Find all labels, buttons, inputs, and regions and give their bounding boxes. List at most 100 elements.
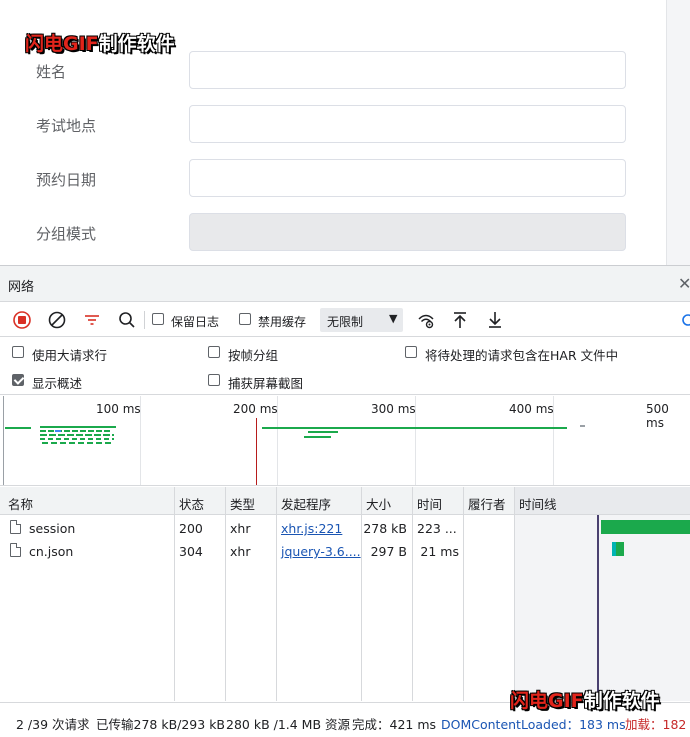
network-overview-timeline[interactable]: 100 ms 200 ms 300 ms 400 ms 500 ms [0,396,690,486]
cell-size: 278 kB [363,521,407,536]
show-overview-label: 显示概述 [32,376,83,391]
overview-request-bar [308,431,338,433]
cell-initiator-link[interactable]: jquery-3.6.... [281,544,361,559]
overview-request-bar [40,438,114,440]
waterfall-marker-line [597,515,599,701]
overview-load-marker [256,418,257,485]
exam-location-input[interactable] [189,105,626,143]
overview-request-bar [40,426,116,428]
column-header-status[interactable]: 状态 [179,494,204,513]
column-header-fulfilled-by[interactable]: 履行者 [468,494,506,513]
cell-time: 223 ... [417,521,457,536]
group-by-frame-checkbox[interactable] [208,346,220,358]
watermark-part1: 闪电GIF [510,690,584,712]
group-by-frame-label: 按帧分组 [228,348,279,363]
capture-screenshots-checkbox[interactable] [208,374,220,386]
cell-status: 200 [179,521,203,536]
watermark-part2: 制作软件 [583,690,660,712]
record-stop-icon[interactable] [12,310,32,330]
overview-tick-label: 200 ms [233,402,278,416]
status-dom-content-loaded: DOMContentLoaded：183 ms [441,717,626,732]
cell-status: 304 [179,544,203,559]
clear-icon[interactable] [47,310,67,330]
big-request-rows-checkbox[interactable] [12,346,24,358]
overview-request-bar [40,430,112,432]
big-request-rows-label: 使用大请求行 [32,348,108,363]
status-finish: 完成：421 ms [352,717,437,732]
filter-icon[interactable] [82,310,102,330]
file-icon [10,543,21,557]
group-mode-input [189,213,626,251]
upload-icon[interactable] [450,310,470,330]
panel-title: 网络 [8,280,35,295]
status-requests: 2 /39 次请求 [16,717,90,732]
download-icon[interactable] [485,310,505,330]
appointment-date-input[interactable] [189,159,626,197]
cell-type: xhr [230,521,251,536]
status-load: 加载：182 [625,717,687,732]
disable-cache-label: 禁用缓存 [258,315,307,329]
overview-request-bar [580,425,585,427]
throttling-select[interactable]: 无限制 ▼ [320,308,403,332]
network-conditions-icon[interactable] [416,310,436,330]
form-row-location: 考试地点 [0,105,660,145]
form-label-group: 分组模式 [36,225,97,243]
network-toolbar: 保留日志 禁用缓存 无限制 ▼ [0,303,690,337]
status-transferred: 已传输278 kB/293 kB [96,717,226,732]
form-label-name: 姓名 [36,63,67,81]
overview-request-bar [42,442,114,444]
column-header-name[interactable]: 名称 [8,494,33,513]
chevron-down-icon: ▼ [389,312,398,325]
network-options: 使用大请求行 按帧分组 将待处理的请求包含在HAR 文件中 显示概述 捕获屏幕截… [0,338,690,395]
request-table: 名称 状态 类型 发起程序 大小 时间 履行者 时间线 session 200 … [0,487,690,701]
waterfall-bar-cn-json-waiting [612,542,616,556]
status-resources: 280 kB /1.4 MB 资源 [226,717,351,732]
cell-name: session [29,521,76,536]
overview-request-bar [55,430,61,432]
overview-request-bar [5,427,31,429]
overview-request-bar [40,434,114,436]
table-row[interactable]: session 200 xhr xhr.js:221 278 kB 223 ..… [0,517,515,539]
disable-cache-checkbox[interactable] [239,313,251,325]
capture-screenshots-label: 捕获屏幕截图 [228,376,304,391]
devtools-titlebar: 网络 ✕ [0,266,690,302]
cell-type: xhr [230,544,251,559]
page-form-area: 闪电GIF制作软件 姓名 考试地点 预约日期 分组模式 [0,0,690,265]
preserve-log-label: 保留日志 [171,315,220,329]
column-header-size[interactable]: 大小 [366,494,391,513]
settings-gear-icon[interactable] [678,310,690,330]
cell-name: cn.json [29,544,74,559]
column-header-type[interactable]: 类型 [230,494,255,513]
waterfall-bar-session [601,520,690,534]
column-header-waterfall[interactable]: 时间线 [519,494,557,513]
overview-request-bar [304,436,331,438]
devtools-network-panel: 网络 ✕ 保留日志 禁用缓存 无限制 ▼ 使用大请求行 按帧分组 将待处理的请求… [0,265,690,737]
toolbar-divider [144,311,145,329]
throttling-value: 无限制 [327,315,364,329]
overview-tick-label: 100 ms [96,402,141,416]
column-header-time[interactable]: 时间 [417,494,442,513]
cell-size: 297 B [370,544,407,559]
file-icon [10,520,21,534]
overview-tick-label: 400 ms [509,402,554,416]
form-label-date: 预约日期 [36,171,97,189]
form-row-name: 姓名 [0,51,660,91]
har-pending-checkbox[interactable] [405,346,417,358]
form-row-group: 分组模式 [0,213,660,253]
form-row-date: 预约日期 [0,159,660,199]
har-pending-label: 将待处理的请求包含在HAR 文件中 [425,348,619,363]
show-overview-checkbox[interactable] [12,374,24,386]
watermark-bottom: 闪电GIF制作软件 [510,686,660,713]
cell-initiator-link[interactable]: xhr.js:221 [281,521,342,536]
preserve-log-checkbox[interactable] [152,313,164,325]
page-scrollbar-strip [666,0,690,265]
overview-left-edge [3,396,4,485]
table-row[interactable]: cn.json 304 xhr jquery-3.6.... 297 B 21 … [0,540,515,562]
column-header-initiator[interactable]: 发起程序 [281,494,331,513]
overview-request-bar [262,427,567,429]
overview-tick-label: 300 ms [371,402,416,416]
close-icon[interactable]: ✕ [678,274,690,293]
search-icon[interactable] [117,310,137,330]
form-label-location: 考试地点 [36,117,97,135]
name-input[interactable] [189,51,626,89]
